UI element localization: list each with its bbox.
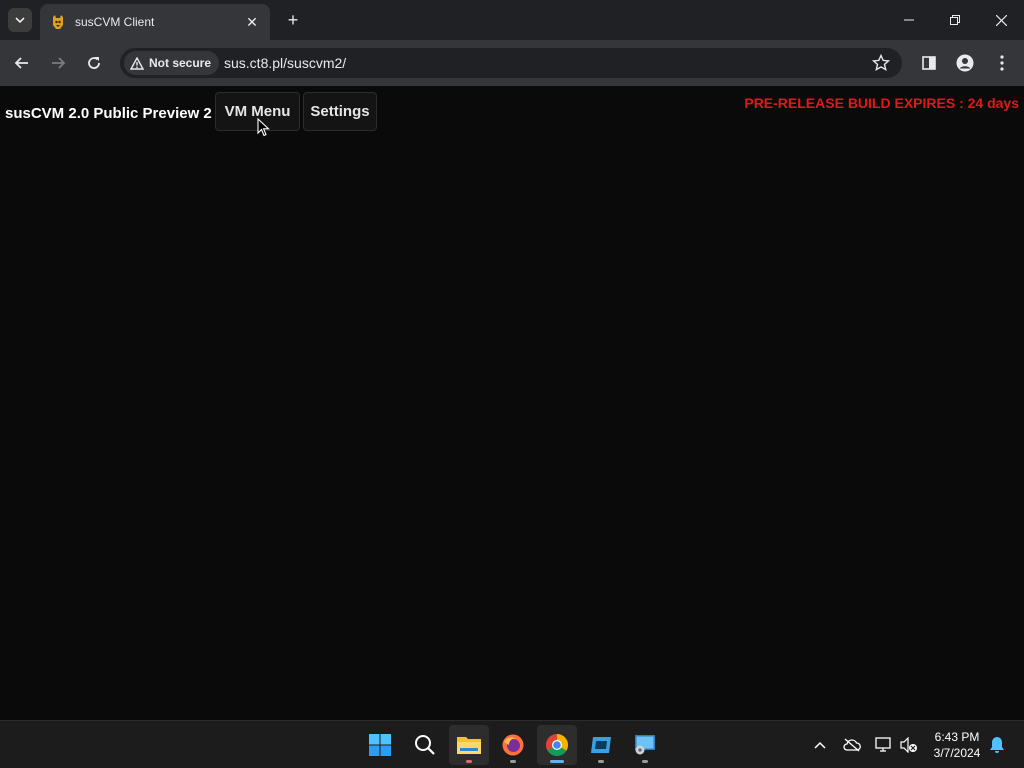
warning-icon [130, 56, 144, 70]
close-icon [995, 14, 1007, 26]
arrow-left-icon [14, 57, 28, 69]
settings-button[interactable]: Settings [303, 92, 377, 131]
more-vertical-icon [1000, 55, 1004, 71]
browser-tab[interactable]: susCVM Client ✕ [40, 4, 270, 40]
reload-icon [88, 57, 100, 69]
start-button[interactable] [360, 725, 400, 765]
chevron-down-icon [15, 17, 25, 23]
close-window-button[interactable] [978, 0, 1024, 40]
file-explorer-button[interactable] [449, 725, 489, 765]
back-button[interactable] [10, 51, 34, 75]
bell-icon [990, 737, 1004, 753]
bookmark-button[interactable] [871, 53, 891, 77]
active-indicator [550, 760, 564, 763]
url-text[interactable]: sus.ct8.pl/suscvm2/ [224, 55, 346, 71]
clock-date: 3/7/2024 [933, 746, 981, 760]
side-panel-icon [922, 56, 936, 70]
search-icon [415, 735, 435, 755]
network-button[interactable] [872, 733, 896, 757]
star-icon [871, 53, 891, 72]
tab-search-button[interactable] [8, 8, 32, 32]
file-explorer-icon [457, 737, 481, 754]
firefox-button[interactable] [493, 725, 533, 765]
browser-menu-button[interactable] [990, 51, 1014, 75]
network-icon [875, 737, 891, 752]
restore-icon [950, 15, 960, 25]
search-button[interactable] [405, 725, 445, 765]
page-content: susCVM 2.0 Public Preview 2 VM Menu Sett… [0, 86, 1024, 720]
security-label: Not secure [149, 56, 212, 70]
app-title: susCVM 2.0 Public Preview 2 [5, 105, 212, 122]
minimize-button[interactable] [886, 0, 932, 40]
running-indicator [466, 760, 472, 763]
running-indicator [510, 760, 516, 763]
running-indicator [642, 760, 648, 763]
app-icon [591, 737, 611, 753]
firefox-icon [502, 734, 524, 756]
mouse-cursor-icon [257, 118, 270, 137]
volume-muted-icon [900, 737, 917, 753]
show-hidden-icons-button[interactable] [808, 733, 832, 757]
remote-desktop-icon [635, 735, 655, 755]
chrome-icon [546, 734, 568, 756]
expiry-notice: PRE-RELEASE BUILD EXPIRES : 24 days [744, 95, 1019, 111]
cloud-offline-icon [843, 738, 861, 752]
forward-button[interactable] [46, 51, 70, 75]
minimize-icon [904, 19, 914, 21]
start-icon [369, 734, 391, 756]
taskbar: 6:43 PM 3/7/2024 [0, 720, 1024, 768]
side-panel-button[interactable] [917, 51, 941, 75]
browser-toolbar: Not secure sus.ct8.pl/suscvm2/ [0, 40, 1024, 86]
favicon-icon [53, 15, 63, 29]
reload-button[interactable] [82, 51, 106, 75]
profile-button[interactable] [953, 51, 977, 75]
onedrive-button[interactable] [840, 733, 864, 757]
remote-desktop-button[interactable] [625, 725, 665, 765]
profile-icon [956, 54, 974, 72]
running-indicator [598, 760, 604, 763]
browser-tab-bar: susCVM Client ✕ + [0, 0, 1024, 40]
chevron-up-icon [814, 741, 826, 749]
arrow-right-icon [52, 57, 66, 69]
address-bar[interactable]: Not secure sus.ct8.pl/suscvm2/ [120, 48, 902, 78]
notifications-button[interactable] [985, 733, 1009, 757]
clock-time: 6:43 PM [934, 730, 980, 744]
app-button[interactable] [581, 725, 621, 765]
tab-close-icon[interactable]: ✕ [244, 14, 260, 31]
clock[interactable]: 6:43 PM 3/7/2024 [926, 729, 988, 761]
restore-button[interactable] [932, 0, 978, 40]
new-tab-button[interactable]: + [281, 8, 305, 32]
chrome-button[interactable] [537, 725, 577, 765]
tab-title: susCVM Client [75, 15, 155, 29]
security-chip[interactable]: Not secure [124, 51, 220, 75]
volume-button[interactable] [897, 733, 921, 757]
